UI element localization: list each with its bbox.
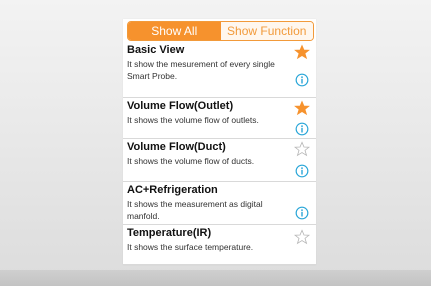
list-item-volume-flow-outlet[interactable]: Volume Flow(Outlet) It shows the volume …: [123, 98, 316, 139]
item-description: It show the mesurement of every single S…: [127, 59, 275, 81]
view-toggle: Show All Show Function: [127, 21, 314, 41]
item-description: It shows the surface temperature.: [127, 242, 254, 252]
list-item-temperature-ir[interactable]: Temperature(IR) It shows the surface tem…: [123, 225, 316, 265]
list-item-ac-refrigeration[interactable]: AC+Refrigeration It shows the measuremen…: [123, 182, 316, 225]
item-description: It shows the volume flow of outlets.: [127, 115, 259, 125]
item-description: It shows the volume flow of ducts.: [127, 156, 255, 166]
function-list: Basic View It show the mesurement of eve…: [123, 42, 316, 265]
star-icon[interactable]: [294, 141, 310, 157]
info-icon[interactable]: [295, 206, 309, 220]
item-title: Volume Flow(Outlet): [127, 100, 234, 112]
tab-show-all[interactable]: Show All: [128, 22, 221, 40]
info-icon[interactable]: [295, 122, 309, 136]
item-title: Basic View: [127, 44, 185, 56]
star-icon[interactable]: [294, 44, 310, 60]
info-icon[interactable]: [295, 164, 309, 178]
tab-show-function[interactable]: Show Function: [220, 22, 313, 40]
list-item-basic-view[interactable]: Basic View It show the mesurement of eve…: [123, 42, 316, 98]
item-title: Temperature(IR): [127, 227, 212, 239]
star-icon[interactable]: [294, 229, 310, 245]
function-panel: Show All Show Function Basic View It sho…: [123, 19, 316, 265]
info-icon[interactable]: [295, 73, 309, 87]
list-item-volume-flow-duct[interactable]: Volume Flow(Duct) It shows the volume fl…: [123, 139, 316, 182]
item-title: AC+Refrigeration: [127, 184, 218, 196]
star-icon[interactable]: [294, 100, 310, 116]
bottom-bar: [0, 270, 431, 286]
item-description: It shows the measurement as digital manf…: [127, 199, 263, 221]
item-title: Volume Flow(Duct): [127, 141, 226, 153]
